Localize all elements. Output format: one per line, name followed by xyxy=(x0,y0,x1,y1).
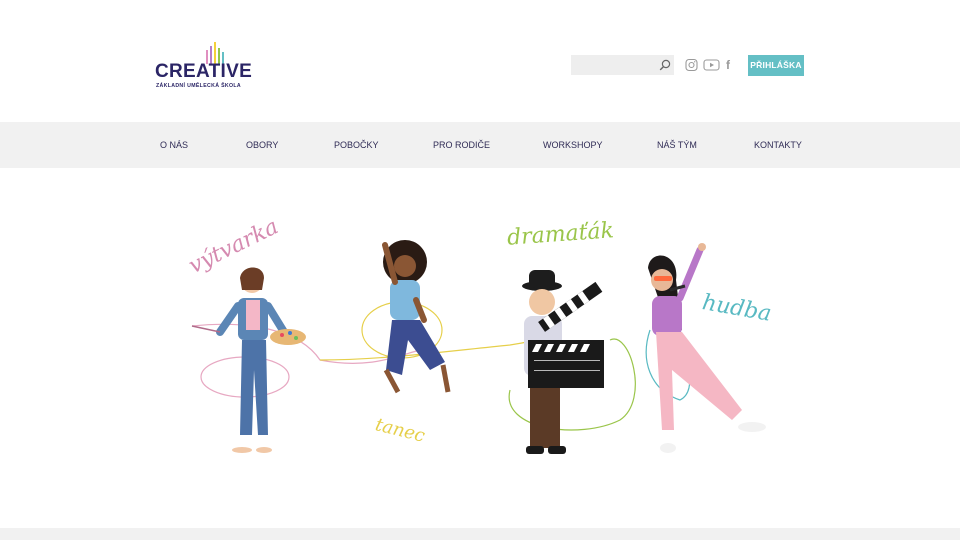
search-icon[interactable] xyxy=(659,59,671,71)
search-box xyxy=(571,55,674,75)
main-nav: O NÁS OBORY POBOČKY PRO RODIČE WORKSHOPY… xyxy=(0,122,960,168)
nav-item-for-parents[interactable]: PRO RODIČE xyxy=(433,122,490,168)
music-girl-figure xyxy=(648,243,766,453)
logo-name: CREATIVE xyxy=(155,61,253,82)
hero-illustration xyxy=(191,240,766,454)
nav-item-branches[interactable]: POBOČKY xyxy=(334,122,379,168)
nav-item-team[interactable]: NÁŠ TÝM xyxy=(657,122,697,168)
facebook-icon[interactable]: f xyxy=(726,58,734,72)
logo-subtitle: ZÁKLADNÍ UMĚLECKÁ ŠKOLA xyxy=(156,83,241,89)
logo[interactable]: CREATIVE ZÁKLADNÍ UMĚLECKÁ ŠKOLA xyxy=(155,42,253,92)
nav-item-contacts[interactable]: KONTAKTY xyxy=(754,122,802,168)
nav-item-workshops[interactable]: WORKSHOPY xyxy=(543,122,603,168)
drama-boy-figure xyxy=(522,270,604,454)
nav-item-fields[interactable]: OBORY xyxy=(246,122,278,168)
hero-banner: výtvarka tanec dramaťák hudba xyxy=(180,214,790,480)
application-button[interactable]: PŘIHLÁŠKA xyxy=(748,55,804,76)
art-girl-figure xyxy=(191,267,306,453)
search-input[interactable] xyxy=(571,55,657,75)
footer-strip xyxy=(0,528,960,540)
youtube-icon[interactable] xyxy=(703,58,720,72)
dance-girl-figure xyxy=(382,240,451,394)
instagram-icon[interactable] xyxy=(685,58,698,72)
nav-item-about[interactable]: O NÁS xyxy=(160,122,188,168)
